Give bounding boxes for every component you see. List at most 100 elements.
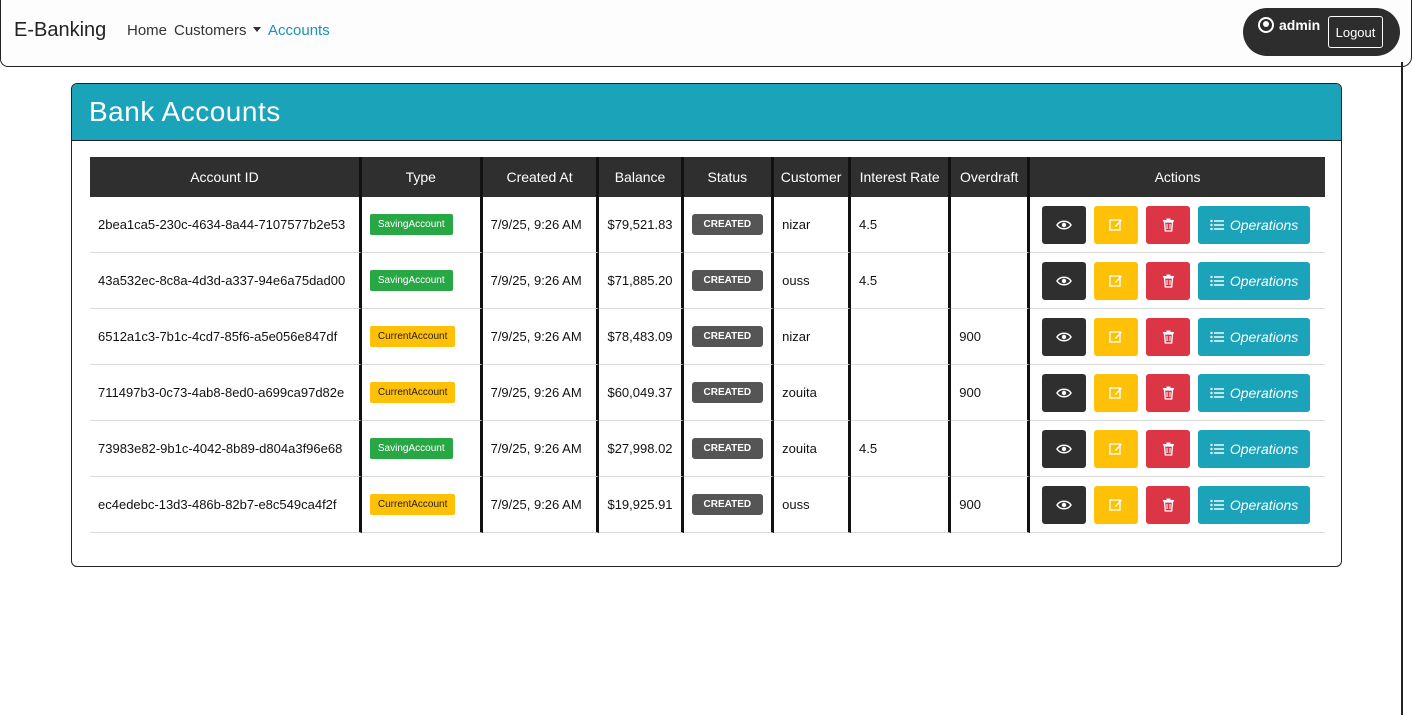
view-button[interactable]: [1042, 485, 1087, 524]
nav-accounts[interactable]: Accounts: [268, 22, 330, 39]
edit-icon: [1109, 330, 1123, 343]
type-cell: CurrentAccount: [361, 365, 483, 421]
operations-label: Operations: [1229, 272, 1299, 289]
delete-button[interactable]: [1146, 373, 1191, 412]
eye-icon: [1056, 276, 1072, 285]
status-cell: CREATED: [683, 477, 775, 533]
user-name: admin: [1279, 17, 1321, 33]
status-badge: CREATED: [691, 270, 764, 291]
type-cell: SavingAccount: [361, 197, 483, 253]
table-row: 6512a1c3-7b1c-4cd7-85f6-a5e056e847df Cur…: [90, 309, 1325, 365]
account-id: 73983e82-9b1c-4042-8b89-d804a3f96e68: [90, 421, 362, 477]
delete-button[interactable]: [1146, 317, 1191, 356]
list-icon: [1210, 331, 1224, 342]
view-button[interactable]: [1042, 205, 1087, 244]
row-actions: Operations: [1038, 317, 1317, 356]
customer: ouss: [774, 477, 852, 533]
delete-button[interactable]: [1146, 261, 1191, 300]
status-badge: CREATED: [691, 438, 764, 459]
nav-customers-label: Customers: [174, 22, 247, 39]
edit-button[interactable]: [1094, 205, 1139, 244]
edit-button[interactable]: [1094, 373, 1139, 412]
trash-icon: [1162, 498, 1174, 512]
status-cell: CREATED: [683, 365, 775, 421]
delete-button[interactable]: [1146, 485, 1191, 524]
row-actions: Operations: [1038, 205, 1317, 244]
view-button[interactable]: [1042, 373, 1087, 412]
edit-icon: [1109, 274, 1123, 287]
edit-icon: [1109, 498, 1123, 511]
operations-button[interactable]: Operations: [1198, 317, 1311, 356]
created-at: 7/9/25, 9:26 AM: [482, 197, 600, 253]
type-badge: CurrentAccount: [369, 382, 456, 403]
list-icon: [1210, 219, 1224, 230]
operations-button[interactable]: Operations: [1198, 485, 1311, 524]
balance: $19,925.91: [599, 477, 684, 533]
interest-rate: [851, 309, 952, 365]
overdraft: 900: [951, 309, 1031, 365]
operations-button[interactable]: Operations: [1198, 373, 1311, 412]
balance: $60,049.37: [599, 365, 684, 421]
logout-button[interactable]: Logout: [1328, 16, 1383, 48]
actions-cell: Operations: [1030, 365, 1325, 421]
balance: $27,998.02: [599, 421, 684, 477]
view-button[interactable]: [1042, 261, 1087, 300]
overdraft: 900: [951, 477, 1031, 533]
customer: ouss: [774, 253, 852, 309]
accounts-table: Account ID Type Created At Balance Statu…: [90, 157, 1325, 533]
operations-label: Operations: [1229, 384, 1299, 401]
view-button[interactable]: [1042, 317, 1087, 356]
operations-label: Operations: [1229, 328, 1299, 345]
status-badge: CREATED: [691, 214, 764, 235]
operations-label: Operations: [1229, 216, 1299, 233]
eye-icon: [1056, 220, 1072, 229]
actions-cell: Operations: [1030, 197, 1325, 253]
customer: nizar: [774, 309, 852, 365]
actions-cell: Operations: [1030, 421, 1325, 477]
card-title: Bank Accounts: [72, 84, 1341, 141]
table-header-row: Account ID Type Created At Balance Statu…: [90, 157, 1325, 197]
actions-cell: Operations: [1030, 477, 1325, 533]
operations-label: Operations: [1229, 496, 1299, 513]
type-badge: CurrentAccount: [369, 326, 456, 347]
user-menu[interactable]: admin: [1258, 17, 1320, 33]
view-button[interactable]: [1042, 429, 1087, 468]
account-id: 711497b3-0c73-4ab8-8ed0-a699ca97d82e: [90, 365, 362, 421]
status-badge: CREATED: [691, 326, 764, 347]
table-row: 711497b3-0c73-4ab8-8ed0-a699ca97d82e Cur…: [90, 365, 1325, 421]
edit-button[interactable]: [1094, 317, 1139, 356]
nav-customers-dropdown[interactable]: Customers: [174, 22, 261, 39]
operations-button[interactable]: Operations: [1198, 429, 1311, 468]
list-icon: [1210, 443, 1224, 454]
edit-icon: [1109, 386, 1123, 399]
eye-icon: [1056, 444, 1072, 453]
status-cell: CREATED: [683, 421, 775, 477]
status-cell: CREATED: [683, 253, 775, 309]
type-cell: SavingAccount: [361, 253, 483, 309]
list-icon: [1210, 499, 1224, 510]
actions-cell: Operations: [1030, 253, 1325, 309]
interest-rate: 4.5: [851, 197, 952, 253]
nav-home[interactable]: Home: [127, 22, 167, 39]
operations-button[interactable]: Operations: [1198, 205, 1311, 244]
edit-button[interactable]: [1094, 485, 1139, 524]
overdraft: [951, 253, 1031, 309]
table-row: 73983e82-9b1c-4042-8b89-d804a3f96e68 Sav…: [90, 421, 1325, 477]
edit-icon: [1109, 218, 1123, 231]
table-row: ec4edebc-13d3-486b-82b7-e8c549ca4f2f Cur…: [90, 477, 1325, 533]
account-id: 43a532ec-8c8a-4d3d-a337-94e6a75dad00: [90, 253, 362, 309]
created-at: 7/9/25, 9:26 AM: [482, 477, 600, 533]
edit-button[interactable]: [1094, 261, 1139, 300]
page-border: [1401, 62, 1403, 715]
trash-icon: [1162, 442, 1174, 456]
col-actions: Actions: [1030, 157, 1325, 197]
brand[interactable]: E-Banking: [14, 19, 106, 42]
eye-icon: [1056, 388, 1072, 397]
row-actions: Operations: [1038, 485, 1317, 524]
delete-button[interactable]: [1146, 429, 1191, 468]
operations-button[interactable]: Operations: [1198, 261, 1311, 300]
created-at: 7/9/25, 9:26 AM: [482, 309, 600, 365]
row-actions: Operations: [1038, 373, 1317, 412]
edit-button[interactable]: [1094, 429, 1139, 468]
delete-button[interactable]: [1146, 205, 1191, 244]
